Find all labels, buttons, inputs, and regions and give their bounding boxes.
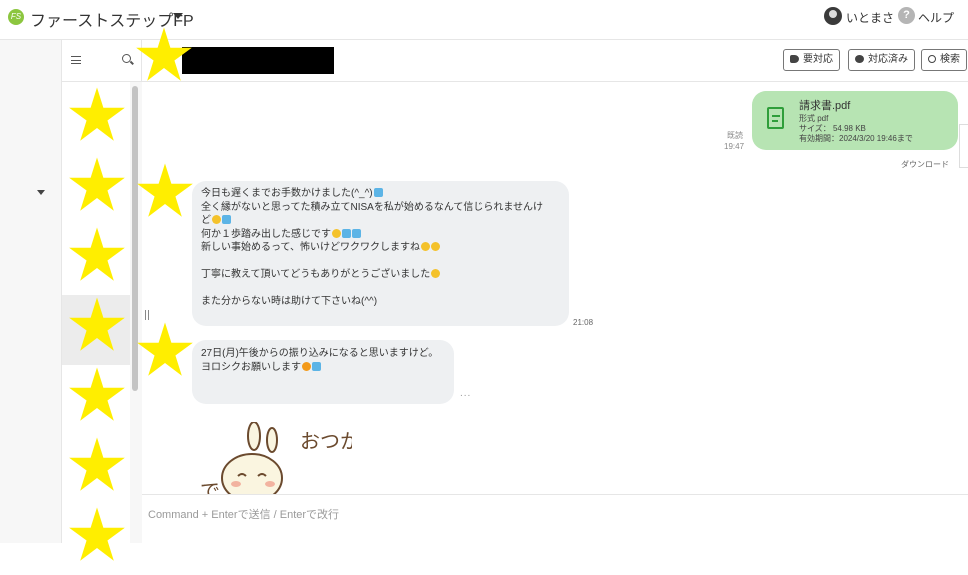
thumbs-up-emoji-icon — [431, 242, 440, 251]
star-overlay — [69, 437, 125, 491]
star-overlay — [69, 157, 125, 211]
rabbit-sticker: おつか で — [200, 422, 352, 494]
raised-hands-emoji-icon — [332, 228, 341, 238]
message-area[interactable]: 既読 19:47 請求書.pdf 形式 pdf サイズ： 54.98 KB 有効… — [142, 82, 968, 494]
search-icon[interactable] — [122, 54, 131, 63]
message-line: 何か１歩踏み出した感じです — [201, 228, 331, 240]
needs-action-button[interactable]: 要対応 — [783, 49, 840, 71]
search-icon — [928, 55, 936, 63]
read-receipt: 既読 — [727, 131, 743, 140]
chat-header: 要対応 対応済み 検索 — [142, 40, 968, 82]
side-panel-tab[interactable] — [959, 124, 968, 168]
resolved-button[interactable]: 対応済み — [848, 49, 915, 71]
star-overlay — [69, 367, 125, 421]
conversation-list-header — [62, 40, 142, 82]
app-logo-icon: FS — [8, 9, 24, 25]
resolved-label: 対応済み — [868, 54, 908, 65]
chat-bubble-icon — [855, 55, 864, 63]
message-composer[interactable]: Command + Enterで送信 / Enterで改行 — [142, 494, 968, 543]
message-time: 21:08 — [573, 318, 594, 327]
incoming-message-bubble: 27日(月)午後からの振り込みになると思いますけど。 ヨロシクお願いします — [192, 340, 454, 404]
message-line — [201, 282, 560, 296]
arrow-emoji-icon — [352, 228, 361, 238]
star-overlay — [136, 27, 192, 81]
smile-emoji-icon — [421, 242, 430, 251]
file-name: 請求書.pdf — [799, 100, 851, 112]
resize-handle[interactable] — [145, 310, 149, 320]
message-time: 19:47 — [724, 142, 745, 151]
star-overlay — [137, 322, 193, 376]
message-line: 全く縁がないと思ってた積み立てNISAを私が始めるなんて信じられませんけ — [201, 201, 544, 213]
needs-action-label: 要対応 — [803, 54, 833, 65]
sweat-emoji-icon — [373, 188, 383, 197]
smile-emoji-icon — [431, 269, 441, 278]
arrow-emoji-icon — [312, 361, 321, 371]
menu-icon[interactable] — [71, 56, 81, 64]
message-line: ヨロシクお願いします — [201, 361, 301, 373]
message-input[interactable]: Command + Enterで送信 / Enterで改行 — [148, 506, 339, 522]
user-name[interactable]: いとまさ — [846, 9, 894, 26]
redacted-contact-name — [182, 47, 334, 74]
more-options-icon[interactable]: ... — [460, 388, 471, 399]
help-icon[interactable]: ? — [898, 7, 915, 24]
help-link[interactable]: ヘルプ — [918, 9, 954, 26]
message-line: また分からない時は助けて下さいね(^^) — [201, 296, 378, 307]
message-line — [201, 255, 560, 269]
laughing-emoji-icon — [212, 215, 221, 224]
sticker-text: おつか — [300, 429, 352, 453]
document-icon — [767, 107, 784, 129]
star-overlay — [69, 297, 125, 351]
star-overlay — [69, 87, 125, 141]
sweat-emoji-icon — [222, 215, 231, 224]
star-overlay — [137, 163, 193, 217]
star-overlay — [69, 227, 125, 281]
download-link[interactable]: ダウンロード — [901, 159, 949, 170]
message-line: 丁寧に教えて頂いてどうもありがとうございました — [201, 269, 431, 280]
incoming-message-bubble: 今日も遅くまでお手数かけました(^_^) 全く縁がないと思ってた積み立てNISA… — [192, 181, 569, 326]
tag-icon — [790, 55, 799, 63]
search-label: 検索 — [940, 54, 960, 65]
nav-expand-chevron-down-icon[interactable] — [37, 190, 45, 195]
user-avatar[interactable] — [824, 7, 842, 25]
file-expiry: 有効期間：2024/3/20 19:46まで — [799, 134, 913, 143]
arrow-emoji-icon — [342, 228, 351, 238]
message-line: ど — [201, 215, 211, 226]
sticker-text: で — [200, 479, 220, 494]
app-switcher-chevron-down-icon[interactable] — [173, 13, 183, 19]
message-line: 今日も遅くまでお手数かけました(^_^) — [201, 188, 373, 199]
bow-emoji-icon — [302, 361, 311, 371]
search-button[interactable]: 検索 — [921, 49, 967, 71]
file-message-bubble[interactable]: 請求書.pdf 形式 pdf サイズ： 54.98 KB 有効期間：2024/3… — [752, 91, 958, 150]
message-line: 新しい事始めるって、怖いけどワクワクしますね — [201, 242, 420, 253]
star-overlay — [69, 507, 125, 561]
message-line: 27日(月)午後からの振り込みになると思いますけど。 — [201, 348, 439, 359]
left-nav — [0, 40, 62, 543]
